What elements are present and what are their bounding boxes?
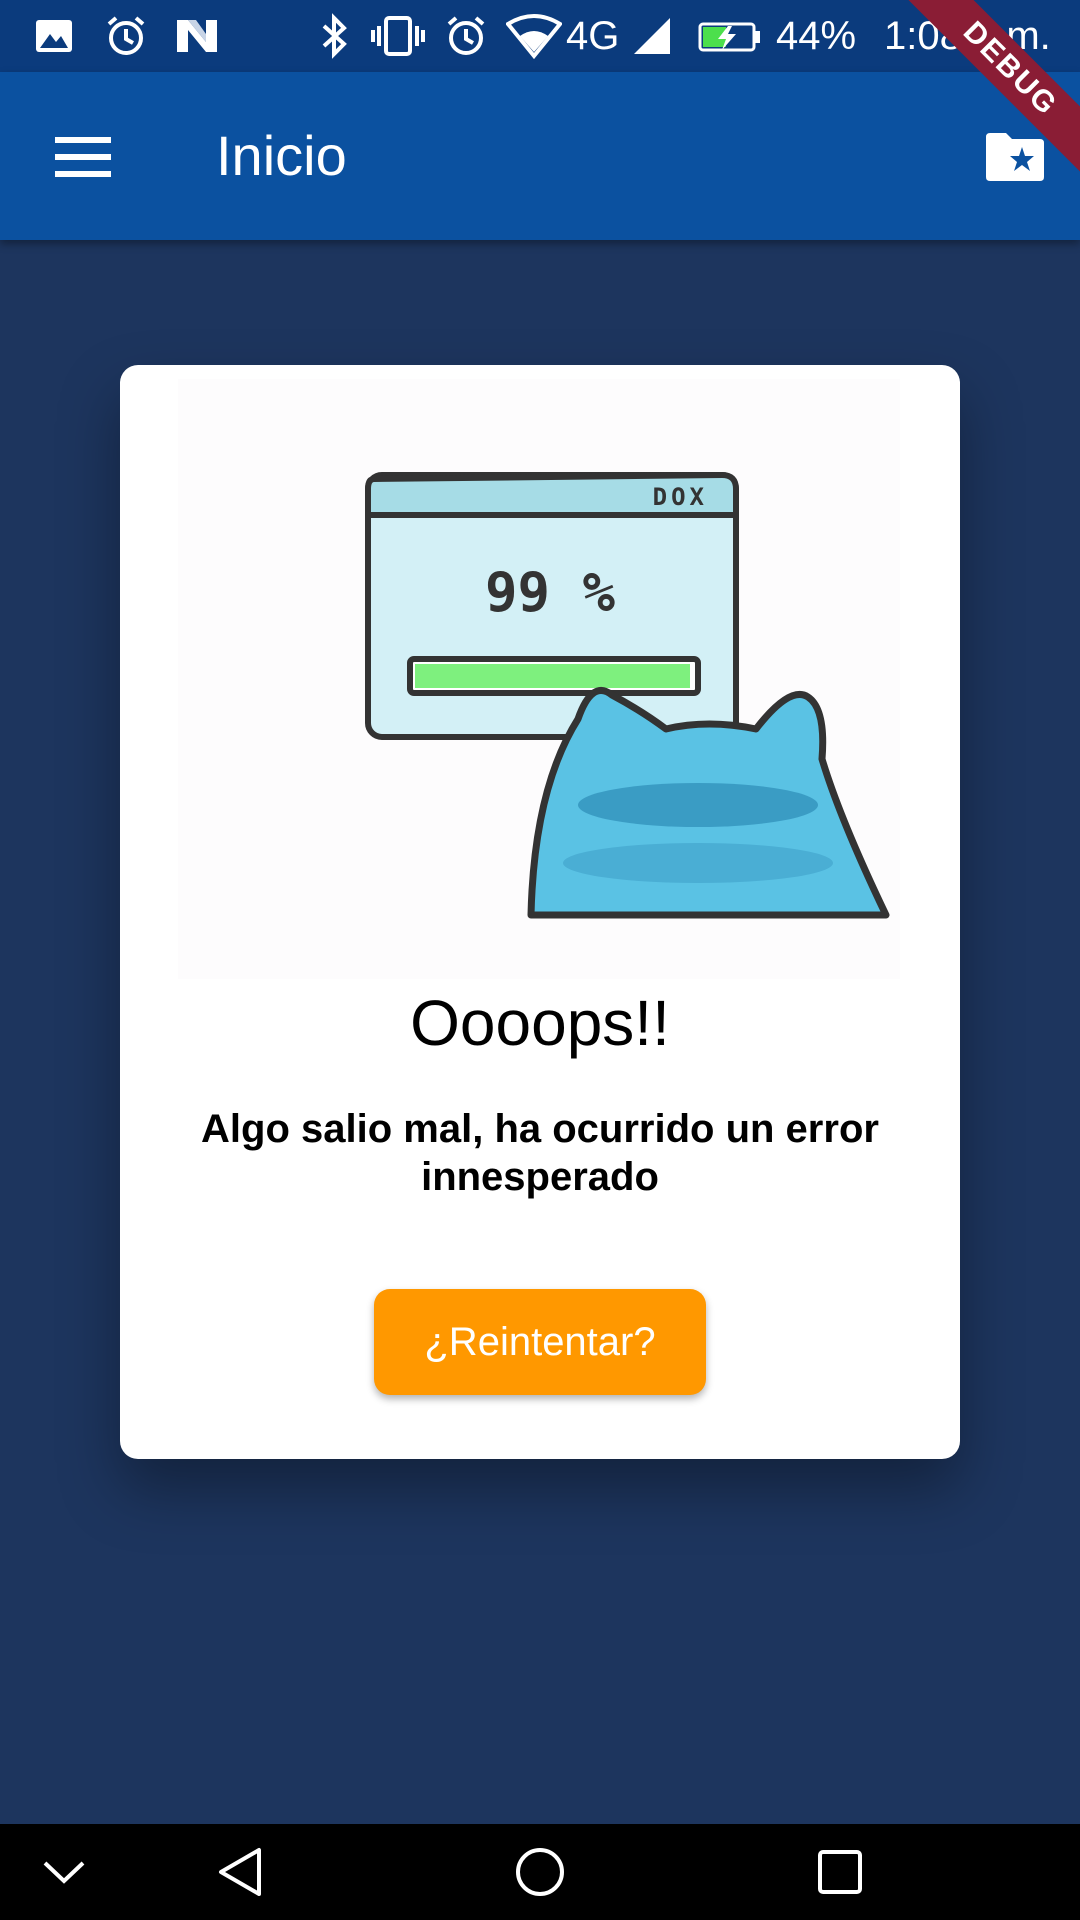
- hide-keyboard-button[interactable]: [28, 1836, 100, 1908]
- status-bar: 4G 44% 1:08 p.m.: [0, 0, 1080, 72]
- progress-text: 99 %: [485, 561, 616, 624]
- battery-percent: 44%: [776, 14, 857, 58]
- n-app-icon: [177, 20, 217, 52]
- back-button[interactable]: [204, 1836, 276, 1908]
- menu-button[interactable]: [38, 112, 128, 202]
- system-navigation-bar: [0, 1824, 1080, 1920]
- network-type: 4G: [566, 14, 620, 58]
- page-title: Inicio: [216, 124, 347, 187]
- battery-charging-icon: [698, 22, 760, 52]
- signal-icon: [634, 18, 670, 54]
- back-triangle-icon: [219, 1848, 261, 1896]
- app-bar: Inicio: [0, 72, 1080, 240]
- recents-button[interactable]: [804, 1836, 876, 1908]
- alarm-icon: [107, 16, 145, 55]
- error-message: Algo salio mal, ha ocurrido un error inn…: [201, 1107, 879, 1199]
- recents-square-icon: [818, 1850, 862, 1894]
- progress-bar-fill: [415, 664, 690, 688]
- alarm-icon: [447, 16, 485, 55]
- image-icon: [36, 20, 72, 52]
- home-button[interactable]: [504, 1836, 576, 1908]
- retry-button[interactable]: ¿Reintentar?: [374, 1289, 706, 1395]
- error-card: DOX 99 % Oooops!! Algo salio mal, ha ocu…: [120, 365, 960, 1459]
- vibrate-icon: [371, 16, 425, 56]
- chevron-down-icon: [43, 1861, 85, 1884]
- home-circle-icon: [516, 1848, 564, 1896]
- hamburger-menu-icon: [55, 137, 111, 177]
- error-title: Oooops!!: [410, 987, 670, 1059]
- wifi-icon: [506, 14, 562, 60]
- folder-star-icon: [986, 133, 1044, 181]
- error-illustration: DOX 99 %: [178, 379, 900, 979]
- window-label: DOX: [653, 483, 708, 511]
- bluetooth-icon: [322, 13, 347, 59]
- loading-window-graphic: DOX 99 %: [365, 471, 739, 740]
